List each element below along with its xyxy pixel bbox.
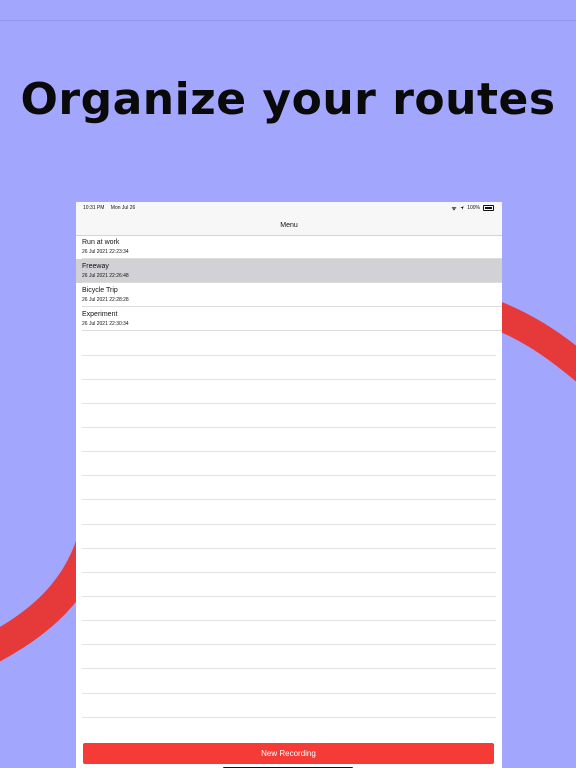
empty-row — [76, 403, 502, 428]
empty-row — [76, 597, 502, 621]
empty-row — [76, 669, 502, 694]
route-title: Bicycle Trip — [82, 287, 118, 294]
empty-row — [76, 452, 502, 476]
empty-row — [76, 524, 502, 549]
empty-row — [76, 645, 502, 670]
device-screen: 10:31 PM Mon Jul 26 100% Menu Run at wor… — [76, 202, 502, 768]
status-time: 10:31 PM — [83, 205, 105, 211]
empty-row — [76, 693, 502, 718]
route-row[interactable]: Experiment 26 Jul 2021 22:30:34 — [76, 307, 502, 331]
route-row-selected[interactable]: Freeway 26 Jul 2021 22:26:48 — [76, 259, 502, 283]
route-title: Freeway — [82, 263, 109, 270]
empty-row — [76, 572, 502, 597]
headline: Organize your routes — [20, 74, 556, 125]
route-title: Experiment — [82, 311, 118, 318]
location-arrow-icon — [460, 206, 465, 210]
route-row[interactable]: Bicycle Trip 26 Jul 2021 22:28:28 — [76, 283, 502, 307]
empty-row — [76, 428, 502, 452]
empty-row — [76, 379, 502, 404]
status-date: Mon Jul 26 — [110, 205, 136, 211]
routes-list: Run at work 26 Jul 2021 22:23:34 Freeway… — [76, 235, 502, 718]
empty-row — [76, 500, 502, 525]
empty-row — [76, 355, 502, 380]
battery-percent: 100% — [467, 204, 480, 211]
wifi-icon — [451, 206, 457, 210]
route-date: 26 Jul 2021 22:28:28 — [82, 297, 129, 303]
empty-row — [76, 331, 502, 356]
empty-row — [76, 476, 502, 501]
route-title: Run at work — [82, 239, 120, 246]
new-recording-button[interactable]: New Recording — [83, 743, 494, 764]
empty-row — [76, 548, 502, 573]
route-date: 26 Jul 2021 22:23:34 — [82, 249, 129, 255]
empty-row — [76, 621, 502, 645]
navigation-bar: Menu — [76, 214, 502, 236]
nav-title: Menu — [280, 222, 298, 229]
status-bar: 10:31 PM Mon Jul 26 100% — [76, 202, 502, 214]
route-date: 26 Jul 2021 22:26:48 — [82, 273, 129, 279]
route-row[interactable]: Run at work 26 Jul 2021 22:23:34 — [76, 235, 502, 259]
battery-icon — [483, 205, 494, 211]
route-date: 26 Jul 2021 22:30:34 — [82, 321, 129, 327]
